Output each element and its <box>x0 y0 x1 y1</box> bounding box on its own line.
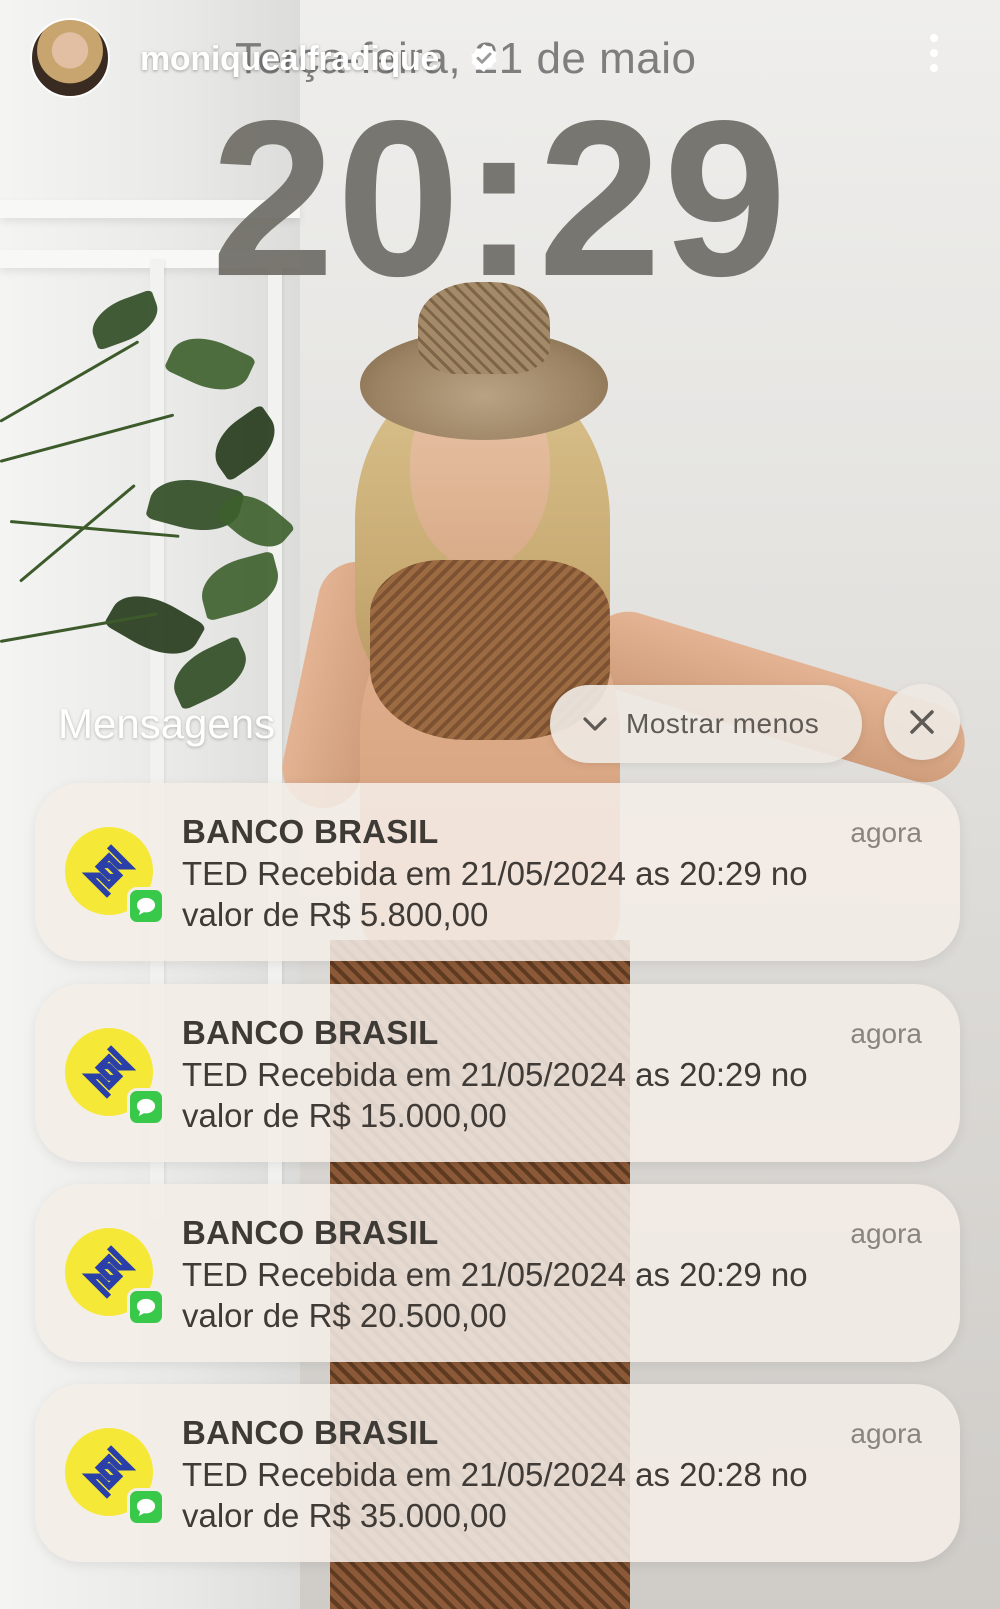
messages-app-icon <box>127 1488 165 1526</box>
notification-message: TED Recebida em 21/05/2024 as 20:29 no v… <box>182 1056 808 1134</box>
show-less-label: Mostrar menos <box>626 708 820 739</box>
notification-message: TED Recebida em 21/05/2024 as 20:29 no v… <box>182 855 808 933</box>
notification-time: agora <box>850 817 922 848</box>
notification-card[interactable]: BANCO BRASIL agora TED Recebida em 21/05… <box>35 783 960 961</box>
notification-card[interactable]: BANCO BRASIL agora TED Recebida em 21/05… <box>35 1384 960 1562</box>
notification-time: agora <box>850 1418 922 1449</box>
notifications-section-title: Mensagens <box>58 700 276 747</box>
chevron-down-icon <box>583 717 607 731</box>
profile-avatar[interactable] <box>30 18 110 98</box>
clear-notifications-button[interactable] <box>884 684 960 760</box>
notification-sender: BANCO BRASIL <box>182 1214 439 1251</box>
notification-card[interactable]: BANCO BRASIL agora TED Recebida em 21/05… <box>35 984 960 1162</box>
story-header: moniquealfradique <box>0 0 1000 120</box>
notification-sender: BANCO BRASIL <box>182 1014 439 1051</box>
messages-app-icon <box>127 1288 165 1326</box>
notification-time: agora <box>850 1218 922 1249</box>
verified-badge-icon <box>471 44 497 72</box>
notification-message: TED Recebida em 21/05/2024 as 20:29 no v… <box>182 1256 808 1334</box>
notification-message: TED Recebida em 21/05/2024 as 20:28 no v… <box>182 1456 808 1534</box>
notification-time: agora <box>850 1018 922 1049</box>
profile-username[interactable]: moniquealfradique <box>140 40 439 79</box>
show-less-button[interactable]: Mostrar menos <box>550 685 862 763</box>
messages-app-icon <box>127 1088 165 1126</box>
lock-screen-clock: 20:29 <box>211 75 789 323</box>
close-icon <box>910 710 934 734</box>
notification-sender: BANCO BRASIL <box>182 813 439 850</box>
notification-card[interactable]: BANCO BRASIL agora TED Recebida em 21/05… <box>35 1184 960 1362</box>
more-vertical-icon[interactable] <box>924 34 944 82</box>
notification-sender: BANCO BRASIL <box>182 1414 439 1451</box>
messages-app-icon <box>127 887 165 925</box>
